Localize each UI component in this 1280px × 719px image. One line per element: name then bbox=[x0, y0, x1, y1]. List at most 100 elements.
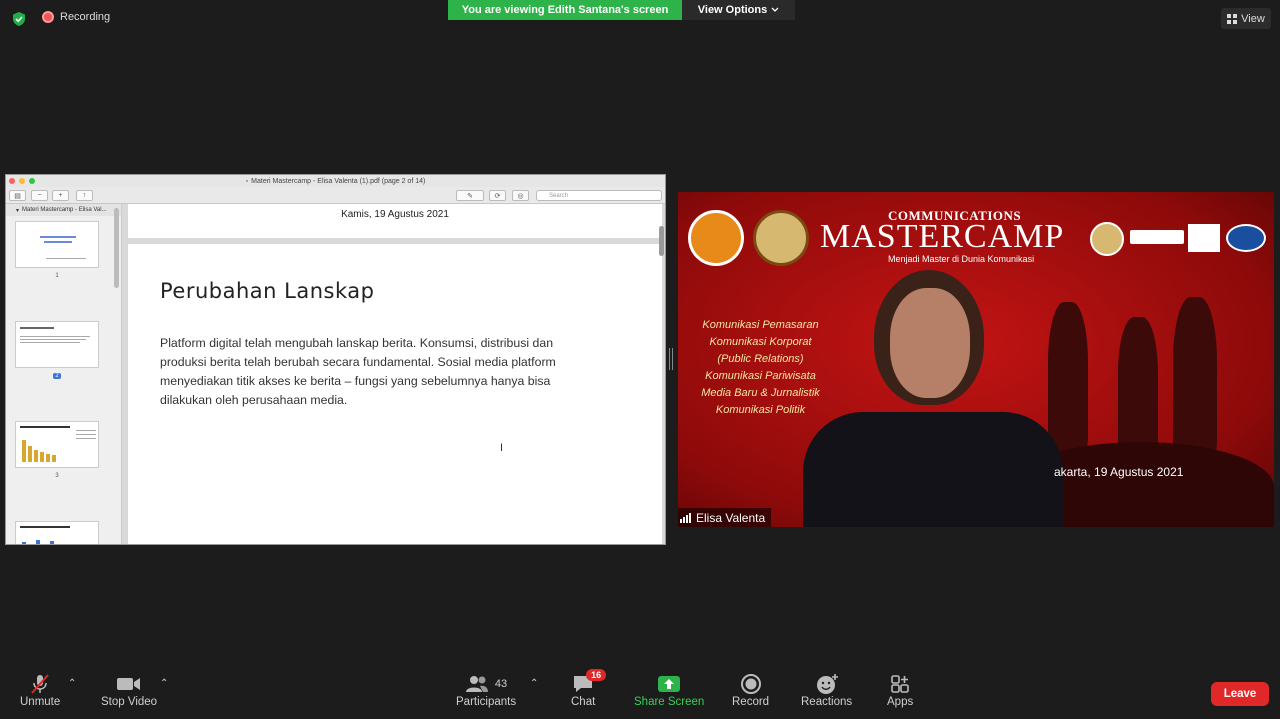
slide-body-text: Platform digital telah mengubah lanskap … bbox=[160, 336, 556, 407]
thumb-bar bbox=[22, 542, 26, 544]
sidebar-scrollbar[interactable] bbox=[114, 208, 119, 288]
search-placeholder: Search bbox=[549, 192, 569, 199]
video-options-caret-icon[interactable]: ⌃ bbox=[160, 678, 168, 689]
participant-name: Elisa Valenta bbox=[696, 510, 766, 525]
banner-date-text: akarta, 19 Agustus 2021 bbox=[1054, 465, 1184, 479]
pdf-file-icon: ▫ bbox=[245, 177, 249, 185]
markup-circle-icon: ◎ bbox=[517, 192, 524, 200]
banner-main-text: MASTERCAMP bbox=[820, 218, 1065, 255]
share-screen-icon bbox=[658, 676, 681, 692]
recording-indicator[interactable]: Recording bbox=[42, 11, 110, 23]
audio-options-caret-icon[interactable]: ⌃ bbox=[68, 678, 76, 689]
page-thumbnail-4[interactable] bbox=[15, 521, 99, 544]
minimize-window-icon[interactable] bbox=[19, 178, 25, 184]
share-icon: ↑ bbox=[82, 192, 87, 199]
preview-toolbar: ▤ − + ↑ ✎ ⟳ ◎ Search bbox=[6, 187, 665, 204]
share-button[interactable]: ↑ bbox=[76, 190, 93, 201]
thumb-title-line bbox=[40, 236, 76, 238]
topic-item: Komunikasi Korporat bbox=[709, 336, 812, 348]
reactions-button[interactable]: Reactions bbox=[801, 672, 852, 708]
preview-search-input[interactable]: Search bbox=[536, 190, 662, 201]
viewing-screen-banner: You are viewing Edith Santana's screen bbox=[448, 0, 682, 20]
view-button-label: View bbox=[1241, 12, 1265, 25]
thumb-label-2: 2 bbox=[6, 373, 108, 379]
thumb-bar bbox=[36, 540, 40, 544]
chat-button[interactable]: 16 Chat bbox=[571, 669, 607, 708]
topics-list: Komunikasi Pemasaran Komunikasi Korporat… bbox=[688, 317, 833, 419]
participants-label: Participants bbox=[456, 696, 517, 708]
topic-item: Komunikasi Politik bbox=[715, 404, 806, 416]
topic-item: Komunikasi Pemasaran bbox=[702, 319, 819, 331]
security-shield-icon[interactable] bbox=[11, 11, 27, 27]
thumb-bar bbox=[52, 455, 56, 462]
close-window-icon[interactable] bbox=[9, 178, 15, 184]
page-thumbnail-1[interactable] bbox=[15, 221, 99, 268]
zoom-in-button[interactable]: + bbox=[52, 190, 69, 201]
thumb-text-line bbox=[46, 258, 86, 259]
thumb-text-line bbox=[20, 339, 86, 340]
view-options-label: View Options bbox=[697, 4, 768, 16]
thumb-title-line bbox=[20, 327, 54, 329]
record-icon bbox=[740, 674, 761, 694]
person-face bbox=[890, 288, 970, 398]
thumb-bar bbox=[40, 452, 44, 462]
record-button[interactable]: Record bbox=[732, 672, 769, 708]
silhouette-figure bbox=[1048, 302, 1088, 452]
person-body bbox=[803, 412, 1063, 527]
thumb-label-1: 1 bbox=[55, 273, 59, 279]
banner-sub-text: Menjadi Master di Dunia Komunikasi bbox=[888, 254, 1035, 264]
apps-icon bbox=[891, 675, 909, 693]
shared-screen-preview-window[interactable]: ▫ Materi Mastercamp - Elisa Valenta (1).… bbox=[5, 174, 666, 545]
disclosure-triangle-icon: ▾ bbox=[16, 207, 20, 214]
chat-label: Chat bbox=[571, 696, 596, 708]
zoom-window-icon[interactable] bbox=[29, 178, 35, 184]
thumb-title-line bbox=[20, 426, 70, 428]
university-seal-logo bbox=[753, 210, 809, 266]
stop-video-button[interactable]: Stop Video bbox=[101, 672, 157, 708]
page-thumbnail-3[interactable] bbox=[15, 421, 99, 468]
thumb-text-line bbox=[76, 434, 96, 435]
thumb-text-line bbox=[76, 438, 96, 439]
topic-item: (Public Relations) bbox=[717, 353, 804, 365]
thumb-title-line bbox=[20, 526, 70, 528]
thumb-bar bbox=[46, 454, 50, 462]
participant-count: 43 bbox=[494, 678, 508, 690]
view-options-button[interactable]: View Options bbox=[682, 0, 795, 20]
text-cursor-icon: I bbox=[500, 442, 504, 454]
markup-button[interactable]: ✎ bbox=[456, 190, 484, 201]
page1-date-text: Kamis, 19 Agustus 2021 bbox=[341, 209, 449, 220]
unmute-label: Unmute bbox=[20, 696, 61, 708]
zoom-out-icon: − bbox=[37, 192, 42, 199]
pdf-document-area[interactable]: Kamis, 19 Agustus 2021 Perubahan Lanskap… bbox=[122, 204, 665, 544]
apps-button[interactable]: Apps bbox=[887, 672, 913, 708]
participants-icon bbox=[465, 676, 488, 692]
rotate-button[interactable]: ⟳ bbox=[489, 190, 506, 201]
preview-title-bar: ▫ Materi Mastercamp - Elisa Valenta (1).… bbox=[6, 175, 665, 187]
page-thumbnail-2[interactable] bbox=[15, 321, 99, 368]
recording-dot-icon bbox=[42, 11, 54, 23]
sponsor-seal-logo bbox=[1090, 222, 1124, 256]
rotate-icon: ⟳ bbox=[494, 192, 501, 200]
participants-options-caret-icon[interactable]: ⌃ bbox=[530, 678, 538, 689]
annotate-button[interactable]: ◎ bbox=[512, 190, 529, 201]
stop-video-label: Stop Video bbox=[101, 696, 158, 708]
share-screen-button[interactable]: Share Screen bbox=[634, 672, 704, 708]
record-label: Record bbox=[732, 696, 770, 708]
grid-view-icon bbox=[1227, 13, 1238, 24]
thumbnail-sidebar[interactable]: ▾ Materi Mastercamp - Elisa Val... 1 2 3 bbox=[6, 204, 122, 544]
leave-button[interactable]: Leave bbox=[1211, 682, 1269, 706]
sidebar-toggle-button[interactable]: ▤ bbox=[9, 190, 26, 201]
thumb-bar bbox=[28, 446, 32, 462]
participant-video-tile[interactable]: COMMUNICATIONS MASTERCAMP Menjadi Master… bbox=[678, 192, 1274, 527]
panel-resize-handle[interactable] bbox=[669, 348, 673, 370]
participants-button[interactable]: 43 Participants bbox=[456, 672, 516, 708]
zoom-out-button[interactable]: − bbox=[31, 190, 48, 201]
thumb-title-line bbox=[44, 241, 72, 243]
sidebar-icon: ▤ bbox=[14, 192, 21, 200]
pen-icon: ✎ bbox=[467, 192, 473, 200]
view-button[interactable]: View bbox=[1221, 8, 1271, 29]
document-scrollbar[interactable] bbox=[659, 226, 664, 256]
unmute-button[interactable]: Unmute bbox=[20, 672, 60, 708]
topic-item: Media Baru & Jurnalistik bbox=[701, 387, 820, 399]
participant-name-tag: Elisa Valenta bbox=[678, 508, 772, 527]
